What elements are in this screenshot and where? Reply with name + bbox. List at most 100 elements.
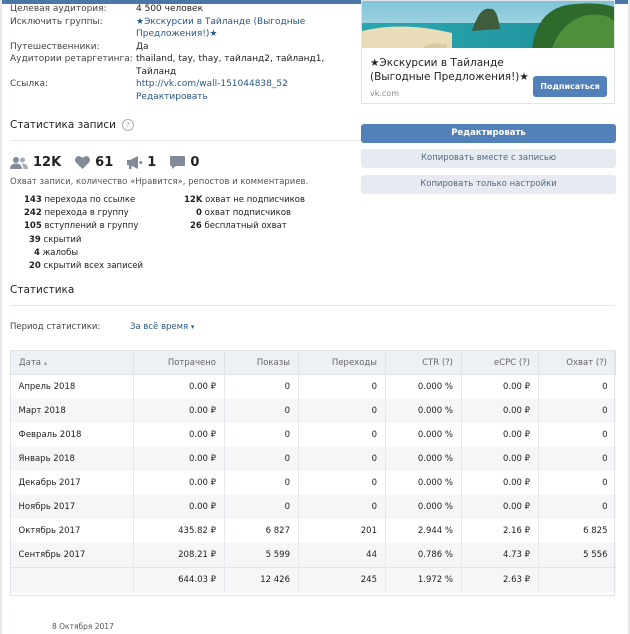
column-header-ctr[interactable]: CTR (?) xyxy=(385,350,462,375)
help-icon[interactable]: ? xyxy=(121,119,134,131)
caret-down-icon: ▾ xyxy=(190,323,195,331)
column-header-spent[interactable]: Потрачено xyxy=(133,350,225,375)
table-cell: 0.000 % xyxy=(385,399,462,423)
table-cell: Октябрь 2017 xyxy=(10,519,134,543)
excluded-group-link[interactable]: ★Экскурсии в Тайланде (Выгодные Предложе… xyxy=(136,16,355,41)
table-cell: 0 xyxy=(224,447,299,471)
stat-line: 4 жалобы xyxy=(34,247,79,258)
table-cell: 0 xyxy=(538,374,616,399)
stat-line: 242 перехода в группу xyxy=(24,208,129,219)
period-dropdown[interactable]: За всё время ▾ xyxy=(130,322,194,332)
table-cell: 0 xyxy=(224,399,299,423)
column-header-impressions[interactable]: Показы xyxy=(224,350,299,375)
table-cell: 0 xyxy=(224,495,299,519)
column-header-clicks[interactable]: Переходы xyxy=(298,350,386,375)
statistics-title: Статистика xyxy=(10,284,75,296)
stat-line: 105 вступлений в группу xyxy=(24,221,139,232)
stat-line: 0 охват подписчиков xyxy=(196,208,292,219)
info-row-retargeting: Аудитории ретаргетинга: thailand, tay, t… xyxy=(10,53,355,78)
info-label: Путешественники: xyxy=(10,41,100,52)
users-icon xyxy=(10,157,28,169)
counters-note: Охват записи, количество «Нравится», реп… xyxy=(10,177,309,187)
reposts-value: 1 xyxy=(147,155,157,170)
heart-icon xyxy=(75,156,91,169)
column-header-ecpc[interactable]: eCPC (?) xyxy=(461,350,539,375)
table-cell: 0.00 ₽ xyxy=(461,399,539,423)
ad-title[interactable]: ★Экскурсии в Тайланде (Выгодные Предложе… xyxy=(370,56,530,84)
table-cell: 0.00 ₽ xyxy=(133,374,225,399)
table-cell: 0.000 % xyxy=(385,447,462,471)
divider xyxy=(10,305,615,306)
likes-counter: 61 xyxy=(75,155,113,170)
table-row: Март 2018 0.00 ₽0 0 0.000 % 0.00 ₽0 xyxy=(10,399,616,423)
stat-line: 12K охват не подписчиков xyxy=(184,195,305,205)
info-row-link: Ссылка: http://vk.com/wall-151044838_52 xyxy=(10,78,355,91)
total-cell xyxy=(538,567,616,592)
subscribe-button[interactable]: Подписаться xyxy=(533,76,607,97)
table-cell: 0.00 ₽ xyxy=(461,447,539,471)
table-row: Январь 2018 0.00 ₽0 0 0.000 % 0.00 ₽0 xyxy=(10,447,616,471)
table-row: Февраль 2018 0.00 ₽0 0 0.000 % 0.00 ₽0 xyxy=(10,423,616,447)
table-cell: 0 xyxy=(538,399,616,423)
table-cell: Декабрь 2017 xyxy=(10,471,134,495)
table-cell: 0.00 ₽ xyxy=(133,423,225,447)
table-header-row: Дата ▴ Потрачено Показы Переходы CTR (?)… xyxy=(10,350,616,375)
table-cell: Январь 2018 xyxy=(10,447,134,471)
copy-with-post-button[interactable]: Копировать вместе с записью xyxy=(361,149,616,168)
table-cell: Ноябрь 2017 xyxy=(10,495,134,519)
comments-value: 0 xyxy=(190,155,200,170)
reach-counter: 12K xyxy=(10,155,61,170)
sort-icon: ▴ xyxy=(43,358,48,367)
table-cell: Февраль 2018 xyxy=(10,423,134,447)
megaphone-icon xyxy=(127,156,143,169)
ad-domain: vk.com xyxy=(370,89,399,98)
stat-line: 39 скрытий xyxy=(29,234,82,245)
table-cell: 0.00 ₽ xyxy=(461,374,539,399)
likes-value: 61 xyxy=(95,155,114,170)
info-label: Исключить группы: xyxy=(10,16,103,27)
edit-link[interactable]: Редактировать xyxy=(136,91,355,104)
ad-image xyxy=(362,1,614,48)
stats-table: Дата ▴ Потрачено Показы Переходы CTR (?)… xyxy=(10,350,616,592)
table-cell: 0 xyxy=(298,399,386,423)
table-cell: 4.73 ₽ xyxy=(461,543,539,568)
total-cell: 644.03 ₽ xyxy=(133,567,225,592)
table-cell: 0 xyxy=(298,423,386,447)
table-cell: 5 556 xyxy=(538,543,616,568)
stats-right-column: 12K охват не подписчиков 0 охват подписч… xyxy=(184,194,305,234)
table-cell: 435.82 ₽ xyxy=(133,519,225,543)
post-counters: 12K 61 1 0 xyxy=(10,155,213,170)
total-cell xyxy=(10,567,134,592)
ad-preview: ★Экскурсии в Тайланде (Выгодные Предложе… xyxy=(361,0,615,104)
info-value: Да xyxy=(136,41,149,52)
stat-line: 26 бесплатный охват xyxy=(190,221,287,232)
period-label: Период статистики: xyxy=(10,322,101,332)
info-value: 4 500 человек xyxy=(136,4,204,14)
table-total-row: 644.03 ₽12 426 245 1.972 % 2.63 ₽ xyxy=(10,567,616,592)
table-cell: 201 xyxy=(298,519,386,543)
table-row: Сентябрь 2017 208.21 ₽5 599 44 0.786 % 4.73 … xyxy=(10,543,616,568)
info-label: Ссылка: xyxy=(10,79,49,89)
table-cell: 2.16 ₽ xyxy=(461,519,539,543)
copy-settings-button[interactable]: Копировать только настройки xyxy=(361,175,616,194)
table-cell: 0.000 % xyxy=(385,374,462,399)
table-cell: 0.000 % xyxy=(385,471,462,495)
ad-info: Целевая аудитория: 4 500 человек Исключи… xyxy=(10,3,355,103)
column-header-date[interactable]: Дата ▴ xyxy=(10,350,134,375)
comments-counter: 0 xyxy=(170,155,199,170)
table-cell: 0 xyxy=(298,447,386,471)
ad-url-link[interactable]: http://vk.com/wall-151044838_52 xyxy=(136,78,355,91)
table-cell: 0.00 ₽ xyxy=(133,447,225,471)
table-cell: 0 xyxy=(224,471,299,495)
table-cell: 0 xyxy=(298,471,386,495)
table-cell: 0 xyxy=(224,423,299,447)
table-cell: 208.21 ₽ xyxy=(133,543,225,568)
total-cell: 12 426 xyxy=(224,567,299,592)
info-row-audience: Целевая аудитория: 4 500 человек xyxy=(10,3,355,16)
table-cell: 44 xyxy=(298,543,386,568)
column-header-reach[interactable]: Охват (?) xyxy=(538,350,616,375)
edit-button[interactable]: Редактировать xyxy=(361,124,616,143)
table-cell: Апрель 2018 xyxy=(10,374,134,399)
stat-line: 143 перехода по ссылке xyxy=(24,195,136,205)
table-cell: Март 2018 xyxy=(10,399,134,423)
